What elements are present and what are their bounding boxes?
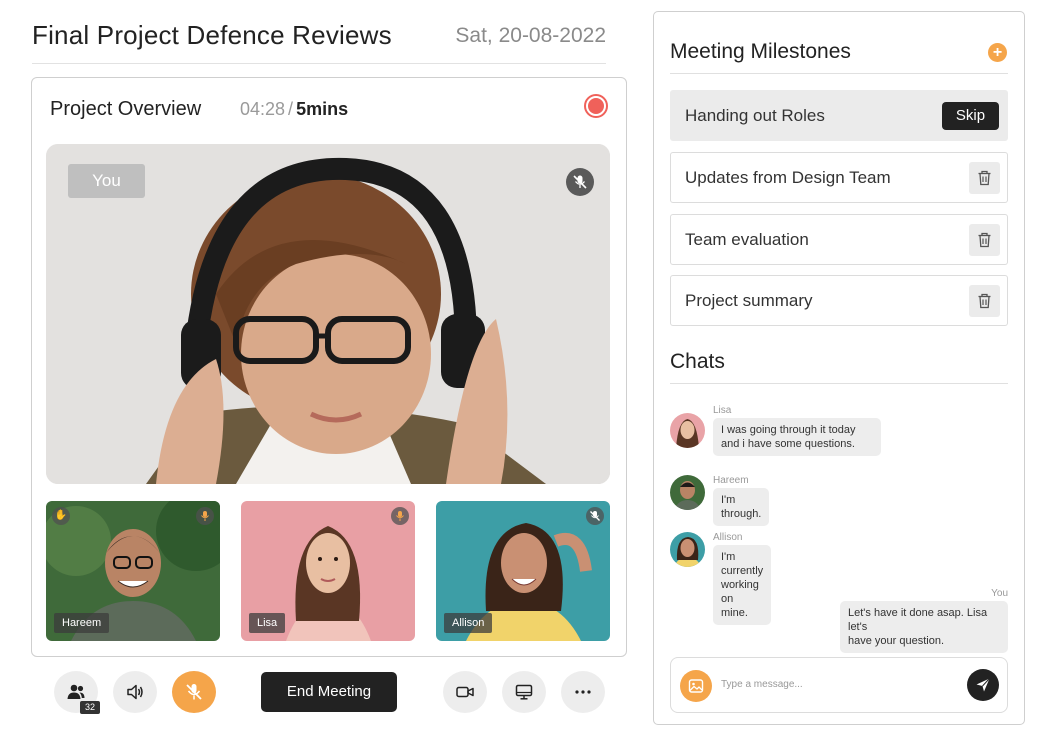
trash-icon[interactable] (969, 224, 1000, 256)
participant-tile-lisa[interactable]: Lisa (241, 501, 415, 641)
message-bubble: I'm currently working on mine. (713, 545, 772, 625)
message-bubble: I'm through. (713, 488, 770, 526)
message-text: I was going through it today (721, 424, 856, 436)
attach-image-button[interactable] (680, 670, 712, 702)
participant-count-badge: 32 (80, 701, 101, 714)
message-text: have your question. (848, 635, 945, 647)
self-video-label: You (68, 164, 145, 198)
participant-name: Lisa (249, 613, 286, 633)
mic-icon[interactable] (196, 507, 214, 525)
send-button[interactable] (967, 669, 999, 701)
main-video-feed[interactable]: You (46, 144, 610, 484)
chats-title: Chats (670, 350, 725, 373)
raise-hand-icon: ✋ (52, 507, 70, 525)
message-text: I'm through. (721, 494, 762, 520)
more-options-button[interactable] (561, 671, 605, 713)
mic-off-icon (186, 684, 202, 700)
milestone-label: Handing out Roles (685, 106, 825, 125)
message-bubble: I was going through it today and i have … (713, 418, 881, 456)
video-button[interactable] (443, 671, 487, 713)
trash-icon[interactable] (969, 285, 1000, 317)
message-sender: Hareem (713, 475, 749, 486)
video-icon (456, 686, 474, 698)
message-sender: Allison (713, 532, 743, 543)
send-icon (976, 678, 990, 692)
end-meeting-button[interactable]: End Meeting (261, 672, 397, 712)
milestone-label: Updates from Design Team (685, 168, 891, 187)
participant-name: Allison (444, 613, 493, 633)
timer-separator: / (288, 99, 294, 119)
trash-icon[interactable] (969, 162, 1000, 194)
meeting-timer: 04:28/5mins (240, 99, 348, 120)
message-text: Let's have it done asap. Lisa let's (848, 607, 988, 633)
participants-icon (67, 684, 85, 699)
speaker-icon (127, 684, 143, 700)
message-sender: You (991, 588, 1008, 599)
chat-input-bar[interactable]: Type a message... (670, 657, 1008, 713)
milestone-label: Project summary (685, 291, 813, 310)
milestone-item[interactable]: Handing out Roles Skip (670, 90, 1008, 141)
participant-name: Hareem (54, 613, 110, 633)
mic-off-icon[interactable] (586, 507, 604, 525)
screen-share-icon (515, 684, 533, 700)
plus-icon[interactable]: + (988, 43, 1007, 62)
elapsed-time: 04:28 (240, 99, 286, 119)
speaker-button[interactable] (113, 671, 157, 713)
meeting-duration: 5mins (296, 99, 349, 119)
avatar (670, 532, 705, 567)
avatar (670, 413, 705, 448)
record-icon[interactable] (584, 94, 608, 118)
avatar (670, 475, 705, 510)
milestone-item[interactable]: Project summary (670, 275, 1008, 326)
side-panel: Meeting Milestones + Handing out Roles S… (653, 11, 1025, 725)
message-input[interactable]: Type a message... (721, 679, 803, 690)
participant-tile-hareem[interactable]: ✋ Hareem (46, 501, 220, 641)
mic-icon[interactable] (391, 507, 409, 525)
message-bubble: Let's have it done asap. Lisa let's have… (840, 601, 1008, 653)
participants-button[interactable]: 32 (54, 671, 101, 714)
milestones-title: Meeting Milestones (670, 40, 851, 63)
overview-title: Project Overview (50, 98, 202, 120)
page-title: Final Project Defence Reviews (32, 20, 392, 50)
more-icon (575, 690, 591, 694)
milestone-item[interactable]: Updates from Design Team (670, 152, 1008, 203)
milestones-divider (670, 73, 1008, 74)
project-overview-panel: Project Overview 04:28/5mins You ✋ Haree… (31, 77, 627, 657)
meeting-date: Sat, 20-08-2022 (455, 24, 606, 47)
milestone-label: Team evaluation (685, 230, 809, 249)
mic-off-icon[interactable] (566, 168, 594, 196)
skip-button[interactable]: Skip (942, 102, 999, 130)
screen-share-button[interactable] (502, 671, 546, 713)
message-sender: Lisa (713, 405, 732, 416)
chats-divider (670, 383, 1008, 384)
milestone-item[interactable]: Team evaluation (670, 214, 1008, 265)
mute-button[interactable] (172, 671, 216, 713)
page-header: Final Project Defence Reviews Sat, 20-08… (32, 18, 606, 64)
participant-tile-allison[interactable]: Allison (436, 501, 610, 641)
image-icon (688, 679, 704, 693)
message-text: I'm currently working on mine. (721, 551, 764, 619)
message-text: and i have some questions. (721, 438, 855, 450)
